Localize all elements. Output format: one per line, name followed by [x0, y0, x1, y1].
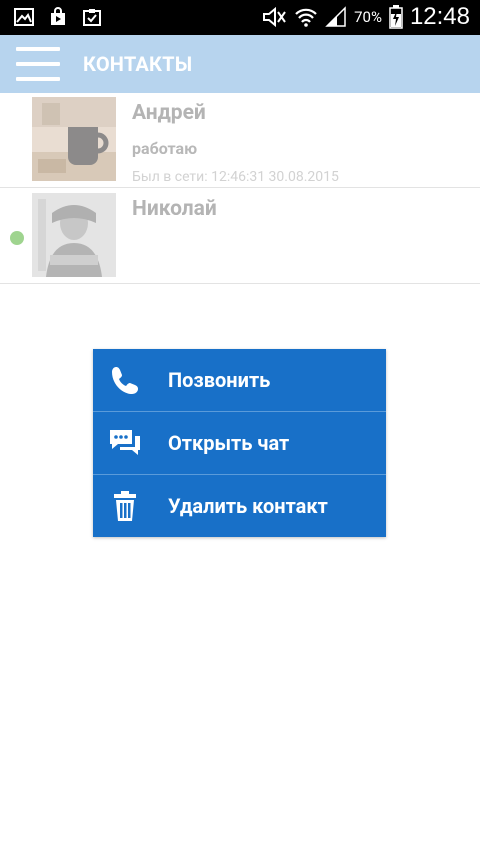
contact-name: Андрей [132, 101, 206, 125]
open-chat-label: Открыть чат [168, 431, 290, 455]
online-indicator [10, 231, 24, 245]
battery-percent: 70% [354, 8, 382, 26]
mute-icon [263, 6, 286, 28]
trash-icon [114, 491, 136, 521]
contact-name: Николай [132, 197, 217, 221]
signal-icon [325, 6, 346, 27]
call-button[interactable]: Позвонить [93, 349, 386, 412]
battery-icon [389, 5, 403, 29]
open-chat-button[interactable]: Открыть чат [93, 412, 386, 475]
gallery-icon [14, 8, 34, 26]
phone-icon [112, 367, 138, 394]
play-store-icon [51, 7, 65, 25]
contact-status: работаю [132, 139, 198, 158]
clock: 12:48 [409, 3, 470, 30]
chat-icon [110, 430, 140, 455]
clipboard-check-icon [83, 9, 101, 26]
call-label: Позвонить [168, 368, 271, 392]
contact-list-item[interactable]: Андрей работаю Был в сети: 12:46:31 30.0… [0, 93, 480, 188]
status-bar: 70% 12:48 [0, 0, 480, 35]
hamburger-menu-icon[interactable] [16, 47, 60, 81]
contact-context-menu: Позвонить Открыть чат Удалить контакт [93, 349, 386, 537]
avatar [32, 193, 116, 277]
contact-last-seen: Был в сети: 12:46:31 30.08.2015 [132, 169, 339, 185]
contact-list-item[interactable]: Николай [0, 189, 480, 284]
app-header: КОНТАКТЫ [0, 35, 480, 93]
delete-contact-button[interactable]: Удалить контакт [93, 475, 386, 537]
delete-contact-label: Удалить контакт [168, 494, 328, 518]
page-title: КОНТАКТЫ [83, 52, 193, 76]
wifi-icon [295, 8, 317, 27]
avatar [32, 97, 116, 181]
